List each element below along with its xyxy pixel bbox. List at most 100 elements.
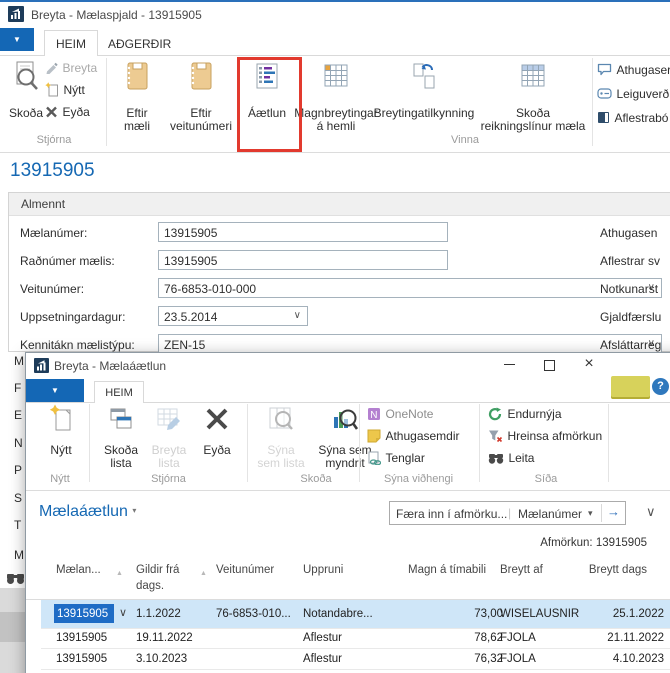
eyda-button[interactable]: Eyða: [45, 103, 90, 119]
table-magnifier-icon: [268, 405, 294, 435]
col-header-breytt-dags[interactable]: Breytt dags: [589, 564, 647, 576]
filter-column-select[interactable]: Mælanúmer: [518, 507, 582, 521]
hreinsa-afmorkun-button[interactable]: Hreinsa afmörkun: [488, 427, 602, 445]
close-button[interactable]: ×: [576, 355, 602, 375]
nytt-button[interactable]: Nýtt: [45, 81, 85, 97]
main-page-title: 13915905: [10, 160, 95, 182]
clear-filter-icon: [488, 429, 503, 443]
group-label-skoda: Skoða: [276, 473, 356, 485]
dialog-window: Breyta - Mælaáætlun × ▼ HEIM ?: [25, 352, 670, 673]
help-button[interactable]: ?: [652, 378, 669, 395]
sort-asc-icon: ▲: [200, 570, 207, 577]
dialog-titlebar[interactable]: Breyta - Mælaáætlun ×: [26, 353, 670, 379]
col-header-magn[interactable]: Magn á tímabili: [408, 564, 486, 576]
dialog-eyda-button[interactable]: Eyða: [194, 403, 240, 473]
skoda-lista-button[interactable]: Skoða lista: [98, 403, 144, 473]
dialog-nytt-button[interactable]: Nýtt: [36, 403, 86, 473]
filter-bar: Færa inn í afmörku... | Mælanúmer ▾ →: [389, 501, 626, 525]
breyta-button[interactable]: Breyta: [45, 59, 97, 75]
field-label-kennitakn: Kennitákn mælistýpu:: [20, 338, 135, 352]
group-label-stjorna: Stjórna: [116, 473, 221, 485]
close-icon: ×: [584, 355, 593, 372]
field-label-afslattar: Afsláttarreg: [600, 338, 661, 352]
main-tabrow: ▼ HEIM AÐGERÐIR: [0, 27, 670, 56]
caret-down-icon: ▼: [51, 386, 59, 395]
maelanumer-input[interactable]: 13915905: [158, 222, 448, 242]
radnumer-input[interactable]: 13915905: [158, 250, 448, 270]
link-page-icon: [367, 451, 381, 465]
app-icon: [8, 6, 24, 22]
maximize-icon: [544, 360, 555, 371]
skoda-button[interactable]: Skoða: [6, 58, 46, 136]
app-icon: [34, 358, 49, 373]
main-ribbon: Skoða Breyta Nýtt Eyða: [0, 56, 670, 152]
leiguverd-button[interactable]: Leiguverð: [597, 85, 669, 103]
onenote-icon: N: [367, 407, 381, 421]
selected-cell-editor[interactable]: 13915905: [54, 604, 114, 623]
field-label-athugasemd: Athugasen: [600, 226, 657, 240]
tenglar-button[interactable]: Tenglar: [367, 449, 425, 467]
dialog-tabrow: ▼ HEIM ?: [26, 379, 670, 403]
new-page-icon: [49, 404, 75, 438]
grid-orange-icon: [323, 61, 349, 92]
field-label-maelanumer: Mælanúmer:: [20, 226, 87, 240]
group-label-vinna: Vinna: [420, 134, 510, 146]
clipped-label-fragment: S: [14, 491, 22, 505]
leita-button[interactable]: Leita: [488, 449, 534, 467]
aflestrabok-button[interactable]: Aflestrabó: [597, 109, 668, 127]
table-row[interactable]: 13915905 3.10.2023 Aflestur 76,32 FJOLA …: [41, 649, 670, 668]
dialog-athugasemdir-button[interactable]: Athugasemdir: [367, 427, 460, 445]
field-label-aflestrar: Aflestrar sv: [600, 254, 660, 268]
magnbreytingar-button[interactable]: Magnbreytingar á hemli: [294, 58, 378, 148]
refresh-icon: [488, 407, 503, 421]
view-document-icon: [13, 60, 39, 92]
app-menu-button[interactable]: ▼: [0, 28, 34, 51]
col-header-breytt-af[interactable]: Breytt af: [500, 564, 543, 576]
table-row[interactable]: 13915905 19.11.2022 Aflestur 78,62 FJOLA…: [41, 629, 670, 647]
expand-filter-chevron[interactable]: ∨: [646, 504, 656, 520]
clipped-label-fragment: N: [14, 436, 23, 450]
clipped-label-fragment: P: [14, 463, 22, 477]
kennitakn-dropdown[interactable]: ZEN-15 ∨: [158, 334, 662, 354]
windows-icon: [108, 405, 134, 435]
tab-heim[interactable]: HEIM: [44, 30, 98, 56]
apply-filter-arrow-button[interactable]: →: [607, 504, 620, 519]
onenote-button: N OneNote: [367, 405, 433, 423]
clipped-label-fragment: F: [14, 381, 21, 395]
chevron-down-icon[interactable]: ∨: [294, 311, 301, 321]
field-label-uppsetningardagur: Uppsetningardagur:: [20, 310, 125, 324]
field-label-notkunar: Notkunarst: [600, 282, 658, 296]
screen: Breyta - Mælaspjald - 13915905 ▼ HEIM AÐ…: [0, 0, 670, 673]
eftir-veitunumeri-button[interactable]: Eftir veitunúmeri: [163, 58, 239, 148]
binoculars-icon: [488, 452, 504, 465]
table-row-selected[interactable]: 13915905 ∨ 1.1.2022 76-6853-010... Notan…: [41, 600, 670, 628]
sticky-note-icon: [367, 429, 381, 443]
col-header-uppruni[interactable]: Uppruni: [303, 564, 343, 576]
tab-adgerdir[interactable]: AÐGERÐIR: [108, 37, 171, 51]
eftir-maeli-button[interactable]: Eftir mæli: [112, 58, 162, 148]
notebook-icon: [124, 61, 150, 92]
col-header-veitunumer[interactable]: Veitunúmer: [216, 564, 274, 576]
almennt-header[interactable]: Almennt: [9, 193, 670, 216]
filter-input[interactable]: Færa inn í afmörku...: [396, 507, 507, 521]
sort-asc-icon: ▲: [116, 570, 123, 577]
minimize-button[interactable]: [496, 357, 522, 375]
dialog-ribbon: Nýtt Nýtt Skoða lista: [26, 403, 670, 491]
dialog-app-menu-button[interactable]: ▼: [26, 379, 84, 402]
endurnyja-button[interactable]: Endurnýja: [488, 405, 562, 423]
dialog-tab-heim[interactable]: HEIM: [94, 381, 144, 403]
maximize-button[interactable]: [536, 357, 562, 375]
col-header-gildir-fra-2: dags.: [136, 580, 164, 592]
new-page-icon: [45, 82, 59, 97]
veitunumer-dropdown[interactable]: 76-6853-010-000 ∨: [158, 278, 662, 298]
dialog-page-title[interactable]: Mælaáætlun ▾: [39, 503, 136, 521]
uppsetningardagur-dropdown[interactable]: 23.5.2014 ∨: [158, 306, 308, 326]
group-label-vidhengi: Sýna viðhengi: [366, 473, 471, 485]
breyta-lista-button: Breyta lista: [146, 403, 192, 473]
athugasemdir-button[interactable]: Athugaser: [597, 61, 670, 79]
col-header-gildir-fra[interactable]: Gildir frá: [136, 564, 179, 576]
binoculars-icon: [6, 571, 26, 585]
col-header-maelanumer[interactable]: Mælan...: [56, 564, 101, 576]
cell-dropdown-chevron[interactable]: ∨: [119, 606, 127, 619]
filter-column-caret[interactable]: ▾: [588, 508, 593, 519]
